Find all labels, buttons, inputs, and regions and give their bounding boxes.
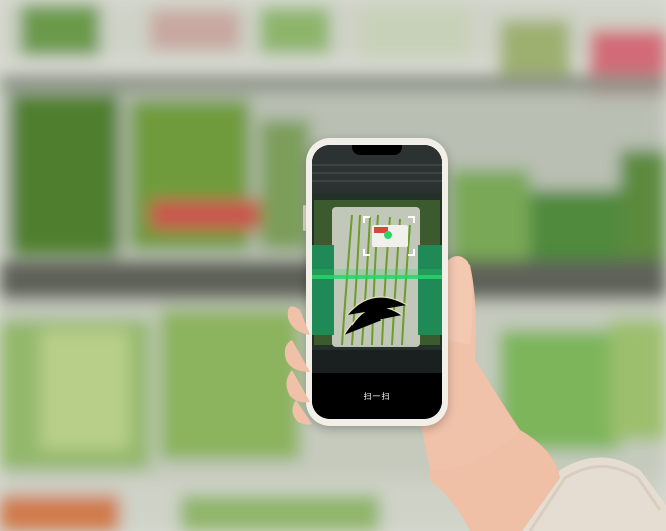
- phone-screen: 扫一扫: [312, 145, 442, 419]
- camera-viewfinder: [312, 145, 442, 373]
- supermarket-scene: 扫一扫: [0, 0, 666, 531]
- scan-action-bar[interactable]: 扫一扫: [312, 373, 442, 419]
- scan-label[interactable]: 扫一扫: [364, 391, 391, 402]
- phone-notch: [352, 145, 402, 155]
- scanned-vegetable-package: [312, 145, 442, 373]
